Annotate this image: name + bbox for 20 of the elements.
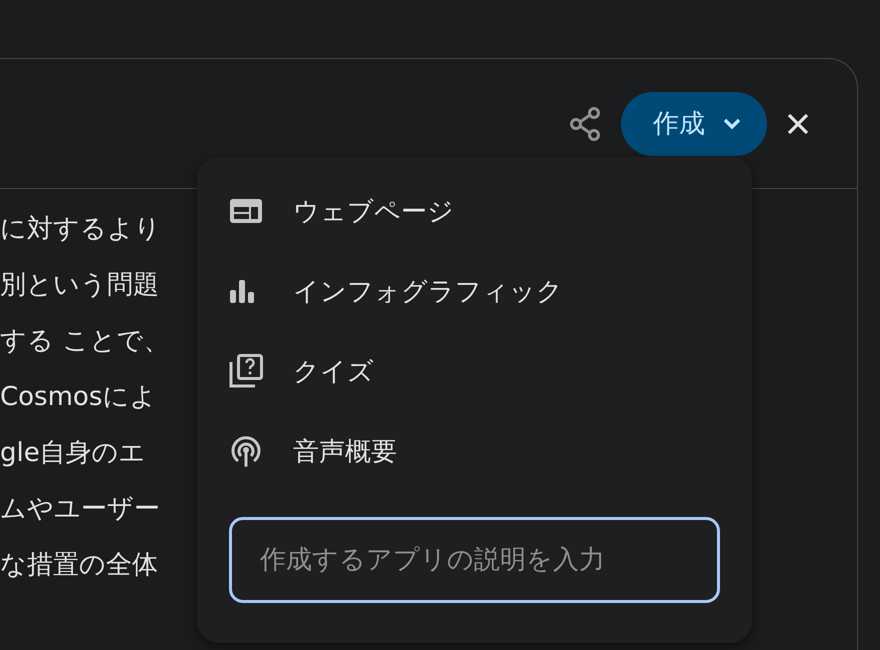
- body-text-line: する ことで、: [0, 325, 170, 358]
- menu-item[interactable]: ウェブページ: [229, 171, 720, 251]
- body-text-line: な措置の全体: [0, 549, 159, 582]
- body-text-line: 別という問題: [0, 269, 160, 302]
- menu-item[interactable]: クイズ: [229, 331, 720, 411]
- body-text-line: Cosmosによ: [0, 381, 158, 414]
- body-text-line: に対するより: [0, 213, 162, 246]
- menu-item[interactable]: 音声概要: [229, 411, 720, 491]
- close-icon[interactable]: [787, 112, 809, 134]
- podcast-icon: [229, 434, 263, 468]
- input-field[interactable]: 作成するアプリの説明を入力: [229, 517, 720, 603]
- quiz-icon: [229, 354, 263, 388]
- webpage-icon: [229, 198, 263, 224]
- menu-item[interactable]: インフォグラフィック: [229, 251, 720, 331]
- body-text-line: ムやユーザー: [0, 493, 161, 526]
- bar-chart-icon: [229, 278, 255, 304]
- body-text-line: gle自身のエ: [0, 437, 147, 470]
- chevron-down-icon: [723, 118, 741, 130]
- create-button[interactable]: 作成: [621, 92, 767, 156]
- share-icon[interactable]: [569, 106, 601, 140]
